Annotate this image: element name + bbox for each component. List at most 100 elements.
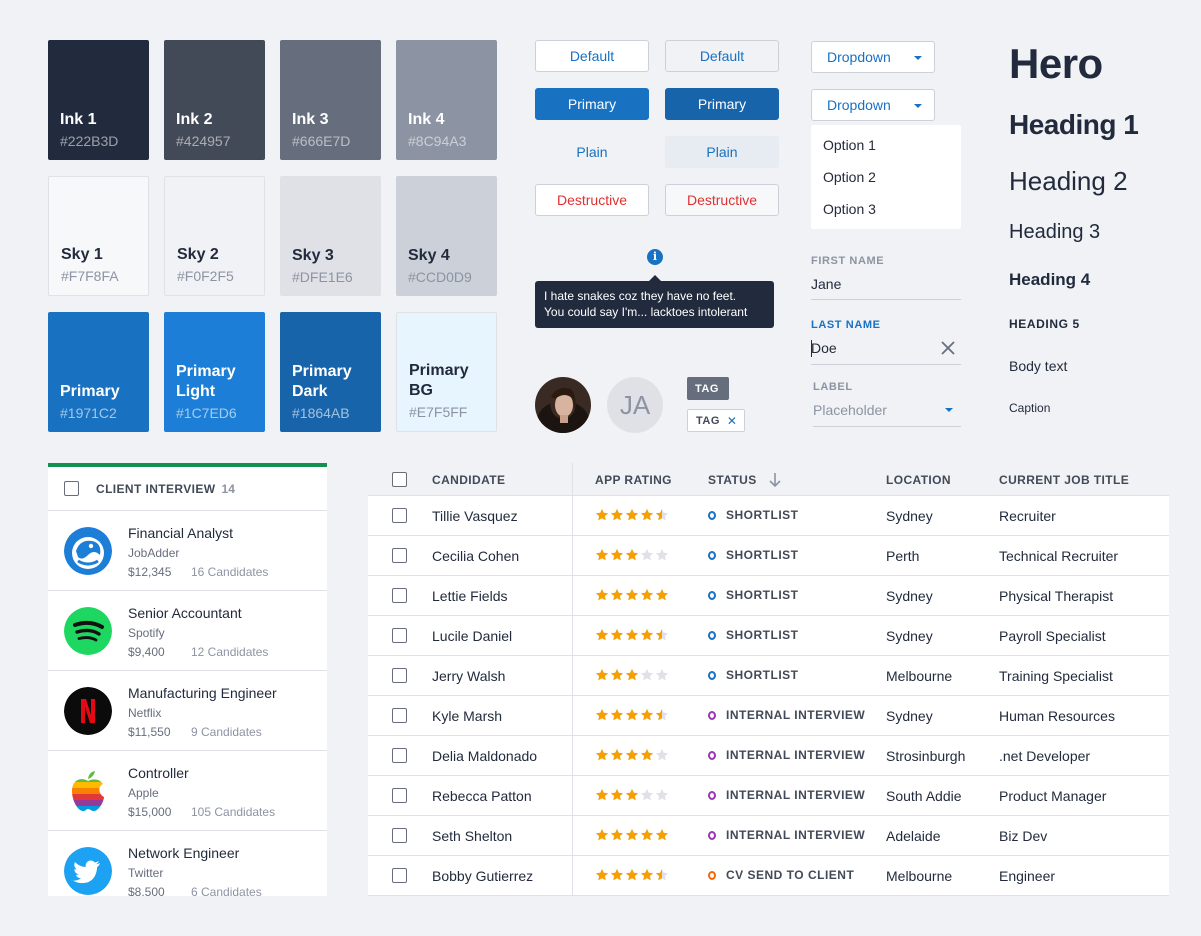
candidate-name[interactable]: Tillie Vasquez <box>432 508 518 524</box>
first-name-field[interactable]: Jane <box>811 276 841 292</box>
avatar-photo[interactable] <box>535 377 591 433</box>
star-icon <box>640 668 654 681</box>
star-icon <box>655 508 669 521</box>
table-row[interactable]: Lettie Fields SHORTLIST Sydney Physical … <box>368 576 1169 616</box>
column-header-location[interactable]: LOCATION <box>886 473 951 487</box>
job-salary: $9,400 <box>128 645 165 659</box>
table-row[interactable]: Cecilia Cohen SHORTLIST Perth Technical … <box>368 536 1169 576</box>
job-title: Network Engineer <box>128 845 240 861</box>
table-row[interactable]: Rebecca Patton INTERNAL INTERVIEW South … <box>368 776 1169 816</box>
info-icon[interactable]: i <box>647 249 663 265</box>
default-button-pressed[interactable]: Default <box>665 40 779 72</box>
dropdown-button-open[interactable]: Dropdown <box>811 89 935 121</box>
column-header-rating[interactable]: APP RATING <box>595 473 672 487</box>
dropdown-menu: Option 1 Option 2 Option 3 <box>811 125 961 229</box>
color-swatch: Ink 2 #424957 <box>164 40 265 160</box>
arrow-down-icon[interactable] <box>769 472 781 488</box>
last-name-field[interactable]: Doe <box>811 340 837 356</box>
primary-button-pressed[interactable]: Primary <box>665 88 779 120</box>
color-swatch: Sky 4 #CCD0D9 <box>396 176 497 296</box>
job-list-title: CLIENT INTERVIEW <box>96 481 216 496</box>
candidate-name[interactable]: Seth Shelton <box>432 828 512 844</box>
candidate-job-title: Biz Dev <box>999 828 1048 844</box>
plain-button-pressed[interactable]: Plain <box>665 136 779 168</box>
row-checkbox[interactable] <box>392 548 407 563</box>
swatch-name: Sky 3 <box>292 247 334 264</box>
table-row[interactable]: Tillie Vasquez SHORTLIST Sydney Recruite… <box>368 496 1169 536</box>
candidate-name[interactable]: Cecilia Cohen <box>432 548 519 564</box>
plain-button[interactable]: Plain <box>535 136 649 168</box>
clear-icon[interactable] <box>940 340 956 356</box>
default-button[interactable]: Default <box>535 40 649 72</box>
app-rating <box>595 748 669 762</box>
candidate-name[interactable]: Bobby Gutierrez <box>432 868 533 884</box>
job-card[interactable]: Financial Analyst JobAdder $12,345 16 Ca… <box>48 511 327 591</box>
candidate-name[interactable]: Jerry Walsh <box>432 668 505 684</box>
status-ring-icon <box>708 790 716 800</box>
status-badge: SHORTLIST <box>708 628 799 642</box>
caption-text: Caption <box>1009 401 1051 415</box>
candidate-job-title: Training Specialist <box>999 668 1113 684</box>
menu-item-option-2[interactable]: Option 2 <box>811 161 961 193</box>
star-icon <box>610 628 624 641</box>
status-ring-icon <box>708 750 716 760</box>
table-row[interactable]: Lucile Daniel SHORTLIST Sydney Payroll S… <box>368 616 1169 656</box>
swatch-name: Ink 3 <box>292 111 329 128</box>
star-icon <box>640 588 654 601</box>
job-card[interactable]: Senior Accountant Spotify $9,400 12 Cand… <box>48 591 327 671</box>
row-checkbox[interactable] <box>392 508 407 523</box>
dropdown-button[interactable]: Dropdown <box>811 41 935 73</box>
column-header-job-title[interactable]: CURRENT JOB TITLE <box>999 473 1129 487</box>
table-row[interactable]: Seth Shelton INTERNAL INTERVIEW Adelaide… <box>368 816 1169 856</box>
row-checkbox[interactable] <box>392 828 407 843</box>
row-checkbox[interactable] <box>392 748 407 763</box>
row-checkbox[interactable] <box>392 668 407 683</box>
row-checkbox[interactable] <box>392 708 407 723</box>
column-divider <box>572 576 573 615</box>
job-card[interactable]: Controller Apple $15,000 105 Candidates <box>48 751 327 831</box>
status-ring-icon <box>708 550 716 560</box>
field-underline <box>813 426 961 427</box>
table-row[interactable]: Jerry Walsh SHORTLIST Melbourne Training… <box>368 656 1169 696</box>
star-icon <box>640 828 654 841</box>
row-checkbox[interactable] <box>392 788 407 803</box>
job-card[interactable]: Manufacturing Engineer Netflix $11,550 9… <box>48 671 327 751</box>
job-title: Manufacturing Engineer <box>128 685 277 701</box>
swatch-hex: #1971C2 <box>60 405 117 421</box>
candidate-name[interactable]: Kyle Marsh <box>432 708 502 724</box>
table-row[interactable]: Kyle Marsh INTERNAL INTERVIEW Sydney Hum… <box>368 696 1169 736</box>
menu-item-option-3[interactable]: Option 3 <box>811 193 961 225</box>
row-checkbox[interactable] <box>392 588 407 603</box>
select-field[interactable]: Placeholder <box>813 402 887 418</box>
row-checkbox[interactable] <box>392 628 407 643</box>
star-icon <box>595 548 609 561</box>
row-checkbox[interactable] <box>392 868 407 883</box>
select-all-checkbox[interactable] <box>392 472 407 487</box>
candidate-name[interactable]: Rebecca Patton <box>432 788 532 804</box>
netflix-logo <box>64 687 112 735</box>
column-header-candidate[interactable]: CANDIDATE <box>432 473 505 487</box>
select-all-checkbox[interactable] <box>64 481 79 496</box>
destructive-button-pressed[interactable]: Destructive <box>665 184 779 216</box>
hero-text: Hero <box>1009 40 1103 87</box>
star-icon <box>640 868 654 881</box>
candidate-location: Sydney <box>886 708 933 724</box>
primary-button[interactable]: Primary <box>535 88 649 120</box>
star-icon <box>595 828 609 841</box>
destructive-button[interactable]: Destructive <box>535 184 649 216</box>
candidate-name[interactable]: Delia Maldonado <box>432 748 537 764</box>
job-candidates: 9 Candidates <box>191 725 262 739</box>
close-icon[interactable]: ✕ <box>727 414 738 428</box>
menu-item-option-1[interactable]: Option 1 <box>811 129 961 161</box>
star-icon <box>625 828 639 841</box>
column-header-status[interactable]: STATUS <box>708 473 757 487</box>
candidate-name[interactable]: Lucile Daniel <box>432 628 512 644</box>
candidate-name[interactable]: Lettie Fields <box>432 588 507 604</box>
table-row[interactable]: Bobby Gutierrez CV SEND TO CLIENT Melbou… <box>368 856 1169 896</box>
candidate-job-title: Physical Therapist <box>999 588 1114 604</box>
table-row[interactable]: Delia Maldonado INTERNAL INTERVIEW Stros… <box>368 736 1169 776</box>
tooltip: I hate snakes coz they have no feet. You… <box>535 275 774 328</box>
job-card[interactable]: Network Engineer Twitter $8,500 6 Candid… <box>48 831 327 896</box>
avatar-initials[interactable]: JA <box>607 377 663 433</box>
color-swatch: Primary BG #E7F5FF <box>396 312 497 432</box>
